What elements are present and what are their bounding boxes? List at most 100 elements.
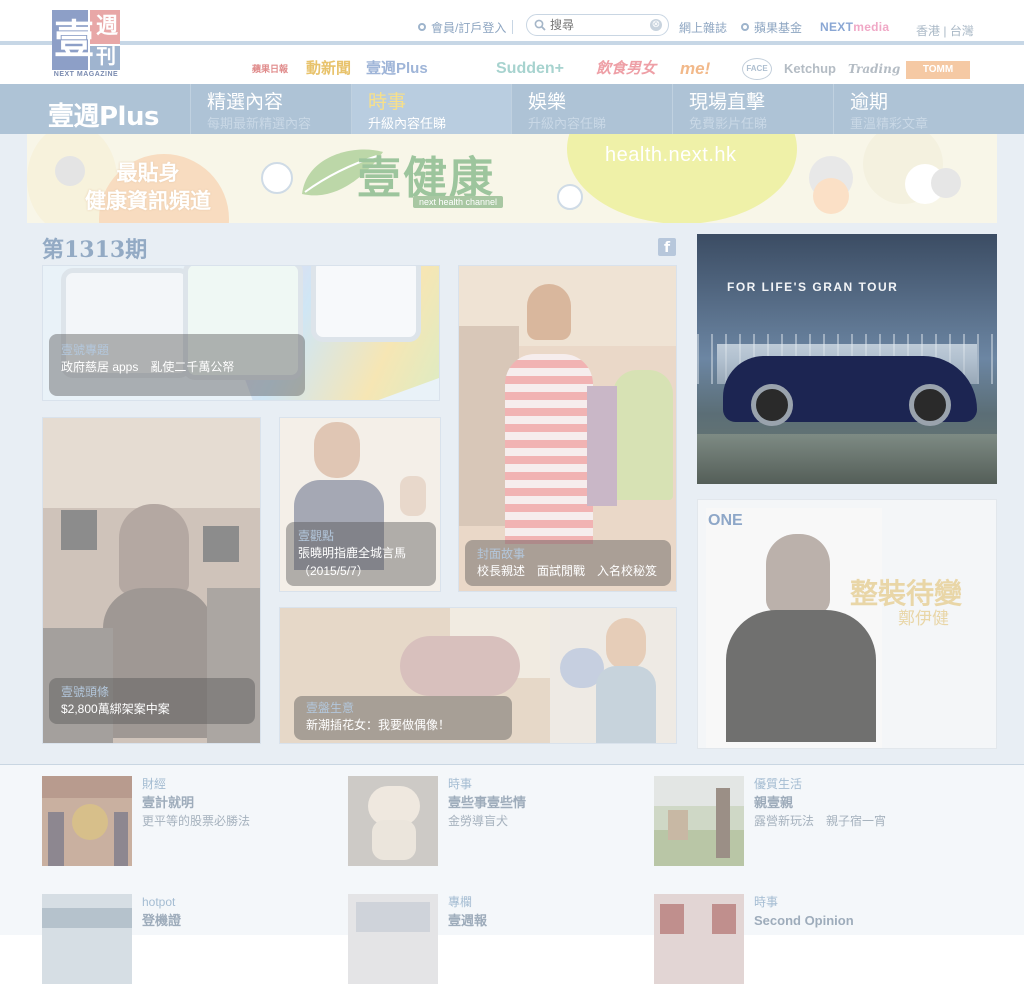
online-magazine-link[interactable]: 網上雜誌 <box>679 16 727 38</box>
card-title: 政府慈居 apps 亂使二千萬公帑 <box>61 360 235 374</box>
region-tw-link[interactable]: 台灣 <box>950 24 974 38</box>
nextmedia-logo[interactable]: NEXTmedia <box>820 20 889 34</box>
person-image <box>48 812 64 866</box>
separator <box>512 20 514 34</box>
card-caption: 壹觀點 張曉明指鹿全城言馬（2015/5/7） <box>286 522 436 586</box>
woman-image <box>596 666 656 743</box>
feature-card-cover-story[interactable]: 封面故事 校長親述 面試閒戰 入名校秘笈 <box>458 265 677 592</box>
brand-apple-daily[interactable]: 蘋果日報 <box>248 58 292 80</box>
woman-image <box>119 504 189 594</box>
thumbnail-image <box>660 904 684 934</box>
list-item[interactable]: 優質生活 親壹親 露營新玩法 親子宿一宵 <box>654 776 954 868</box>
feature-card-apps[interactable]: 壹號專題 政府慈居 apps 亂使二千萬公帑 <box>42 265 440 401</box>
brand-trading[interactable]: Trading <box>848 58 900 80</box>
online-magazine-label: 網上雜誌 <box>679 20 728 35</box>
camera-image <box>61 510 97 550</box>
separator: | <box>943 24 947 38</box>
nextmedia-media: media <box>853 20 890 34</box>
man-image <box>726 610 876 742</box>
feature-card-business[interactable]: 壹盤生意 新潮插花女：我要做偶像！ <box>279 607 677 744</box>
member-login-link[interactable]: 會員/訂戶登入 <box>418 16 519 38</box>
brand-eat-and-travel[interactable]: 飲食男女 <box>596 58 656 80</box>
nav-item-title: 精選內容 <box>207 92 284 113</box>
card-title: 新潮插花女：我要做偶像！ <box>306 718 451 732</box>
search-input[interactable] <box>550 17 650 33</box>
nav-item-entertainment[interactable]: 娛樂 升級內容任睇 <box>511 84 672 134</box>
brand-ketchup[interactable]: Ketchup <box>784 58 836 80</box>
decor-circle <box>261 162 293 194</box>
child-image <box>613 370 673 500</box>
bullet-icon <box>418 23 426 31</box>
brand-face[interactable]: FACE <box>742 58 772 80</box>
brand-next-plus[interactable]: 壹週Plus <box>366 58 428 80</box>
brand-sudden[interactable]: Sudden+ <box>496 58 564 80</box>
nav-item-live-report[interactable]: 現場直擊 免費影片任睇 <box>672 84 833 134</box>
member-login-label: 會員/訂戶登入 <box>431 20 507 35</box>
thumbnail-image <box>42 776 132 798</box>
thumbnail <box>42 894 132 984</box>
thumbnail <box>42 776 132 866</box>
nav-item-title: 逾期 <box>850 92 889 113</box>
nav-item-subtitle: 重溫精彩文章 <box>850 116 929 131</box>
nav-item-current-affairs[interactable]: 時事 升級內容任睇 <box>351 84 511 134</box>
item-category: 時事 <box>448 777 473 791</box>
flower-image <box>400 636 520 696</box>
main-navigation: 壹週Plus 精選內容 每期最新精選內容 時事 升級內容任睇 娛樂 升級內容任睇… <box>0 84 1024 134</box>
card-caption: 壹號專題 政府慈居 apps 亂使二千萬公帑 <box>49 334 305 396</box>
feature-card-viewpoint[interactable]: 壹觀點 張曉明指鹿全城言馬（2015/5/7） <box>279 417 441 592</box>
brand-animated-news[interactable]: 動新聞 <box>306 58 351 80</box>
one-ad-name: 鄭伊健 <box>898 609 949 628</box>
nav-item-subtitle: 升級內容任睇 <box>528 116 607 131</box>
clear-icon[interactable]: ⊗ <box>650 19 662 31</box>
health-banner[interactable]: 最貼身 健康資訊頻道 壹健康 next health channel healt… <box>27 134 997 223</box>
one-logo: ONE <box>708 512 743 529</box>
header-divider <box>0 41 1024 45</box>
card-title: $2,800萬綁架案中案 <box>61 702 170 716</box>
one-advertisement[interactable]: ONE 整裝待變 鄭伊健 <box>697 499 997 749</box>
feature-card-headline[interactable]: 壹號頭條 $2,800萬綁架案中案 <box>42 417 261 744</box>
person-image <box>716 788 730 858</box>
item-title: 親壹親 <box>754 795 794 810</box>
brand-tomm[interactable]: TOMM <box>906 61 970 79</box>
item-title: 壹週報 <box>448 913 488 928</box>
nav-item-featured[interactable]: 精選內容 每期最新精選內容 <box>190 84 351 134</box>
thumbnail-image <box>712 904 736 934</box>
thumbnail-image <box>42 908 132 928</box>
item-subtitle: 露營新玩法 親子宿一宵 <box>754 814 887 828</box>
apple-fund-link[interactable]: 蘋果基金 <box>741 16 802 38</box>
next-plus-logo[interactable]: 壹週Plus <box>48 96 159 133</box>
banner-url: health.next.hk <box>605 144 737 166</box>
card-title: 張曉明指鹿全城言馬（2015/5/7） <box>298 546 407 578</box>
card-caption: 壹號頭條 $2,800萬綁架案中案 <box>49 678 255 724</box>
item-title: 登機證 <box>142 913 182 928</box>
thumbnail-image <box>356 902 430 932</box>
list-item[interactable]: 財經 壹計就明 更平等的股票必勝法 <box>42 776 342 868</box>
brand-me[interactable]: me! <box>680 58 710 80</box>
nav-item-title: 現場直擊 <box>689 92 766 113</box>
car-advertisement[interactable]: FOR LIFE'S GRAN TOUR <box>697 234 997 484</box>
region-hk-link[interactable]: 香港 <box>916 24 940 38</box>
list-item[interactable]: hotpot 登機證 <box>42 894 342 986</box>
bullet-icon <box>741 23 749 31</box>
facebook-icon[interactable]: f <box>658 238 676 256</box>
item-title: 壹計就明 <box>142 795 195 810</box>
person-image <box>114 812 128 866</box>
card-category: 壹觀點 <box>298 529 335 543</box>
logo-caption: NEXT MAGAZINE <box>53 71 119 78</box>
search-icon[interactable] <box>534 19 546 31</box>
logo-char: 刊 <box>96 46 116 68</box>
item-title: Second Opinion <box>754 913 854 928</box>
nextmedia-next: NEXT <box>820 20 854 34</box>
card-category: 封面故事 <box>477 547 526 561</box>
next-magazine-logo[interactable]: 壹 週 刊 NEXT MAGAZINE <box>52 10 120 80</box>
nav-item-title: 時事 <box>368 92 407 113</box>
man-image <box>766 534 830 614</box>
list-item[interactable]: 時事 Second Opinion <box>654 894 954 986</box>
list-item[interactable]: 時事 壹些事壹些情 金勞導盲犬 <box>348 776 648 868</box>
phone-image <box>311 266 421 342</box>
item-category: 財經 <box>142 777 167 791</box>
card-caption: 封面故事 校長親述 面試閒戰 入名校秘笈 <box>465 540 671 586</box>
nav-item-archive[interactable]: 逾期 重溫精彩文章 <box>833 84 993 134</box>
list-item[interactable]: 專欄 壹週報 <box>348 894 648 986</box>
site-header: 壹 週 刊 NEXT MAGAZINE 會員/訂戶登入 ⊗ 網上雜誌 蘋果基金 … <box>0 0 1024 84</box>
